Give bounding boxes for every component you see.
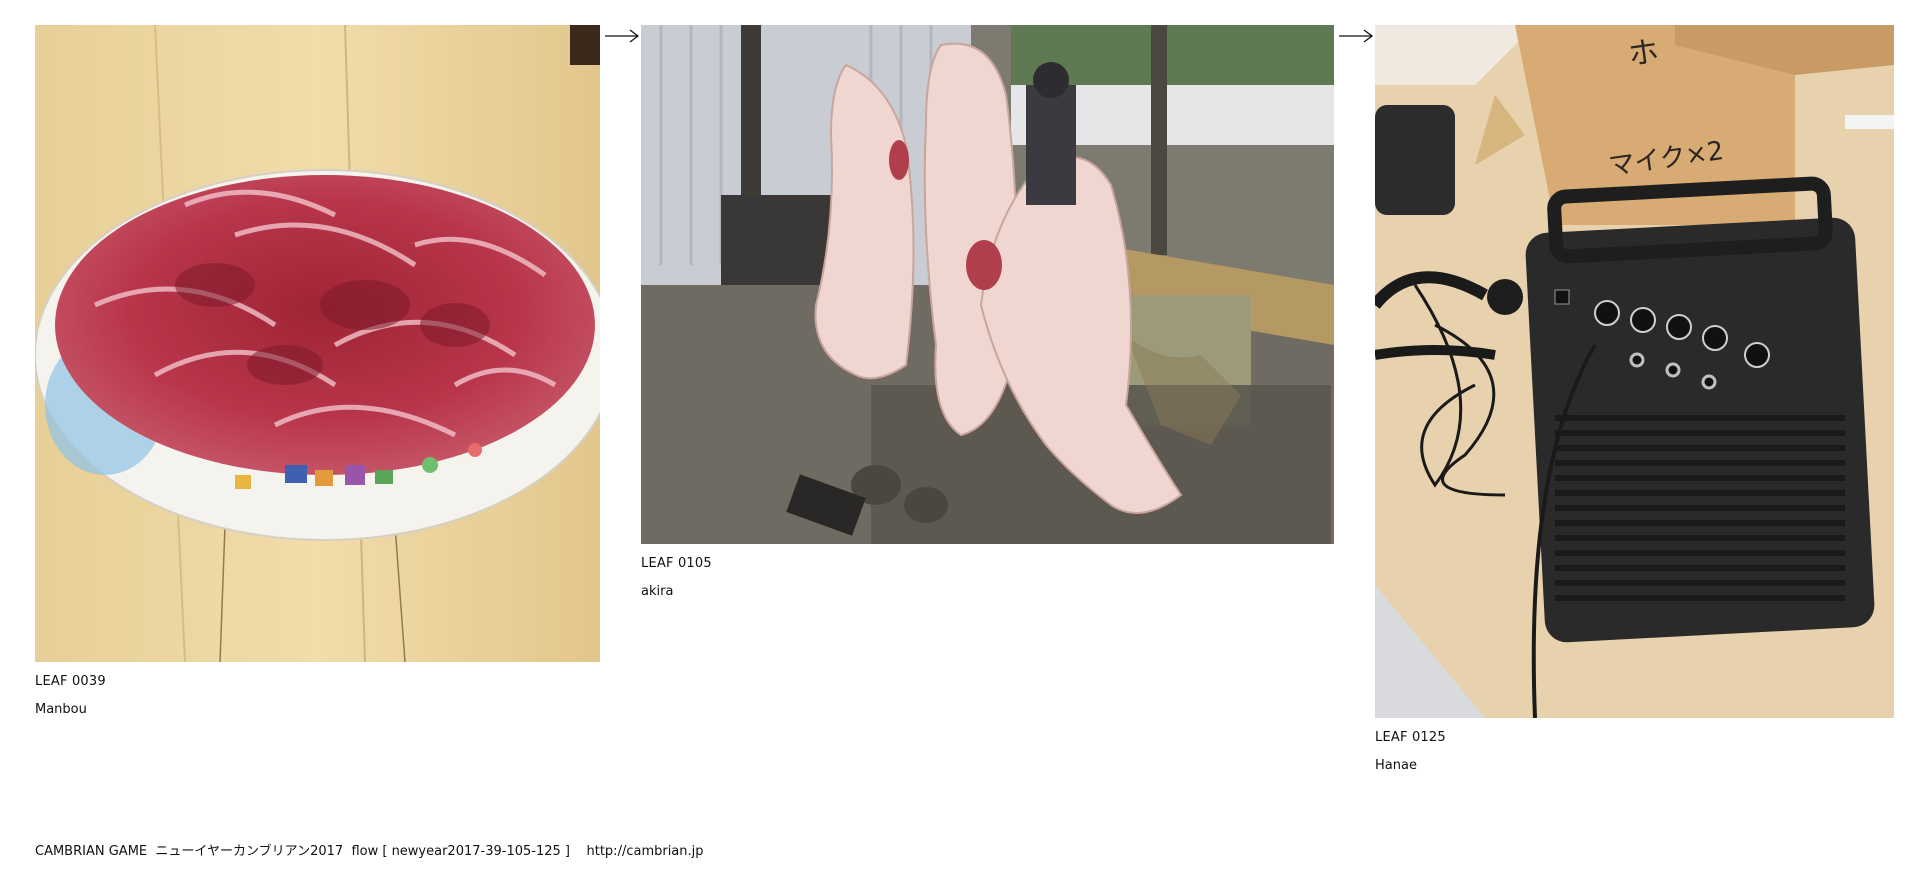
footer-flow-id: flow [ newyear2017-39-105-125 ] <box>351 844 570 859</box>
portable-speaker-with-microphones-photo: ホ マイク×2 <box>1375 25 1894 718</box>
leaf-id: LEAF 0125 <box>1375 730 1446 745</box>
leaf-author[interactable]: Hanae <box>1375 758 1894 774</box>
svg-text:ホ: ホ <box>1626 34 1661 73</box>
leaf-photo-0105[interactable] <box>641 25 1334 544</box>
leaf-card-0105: LEAF 0105 akira <box>641 25 1334 600</box>
footer: CAMBRIAN GAME ニューイヤーカンブリアン2017 flow [ ne… <box>35 840 704 859</box>
leaf-card-0125: ホ マイク×2 LEAF 0125 Hanae <box>1375 25 1894 774</box>
leaf-id: LEAF 0039 <box>35 674 106 689</box>
right-arrow-icon <box>1339 29 1374 43</box>
footer-site-link[interactable]: http://cambrian.jp <box>587 844 704 859</box>
leaf-author[interactable]: akira <box>641 584 1334 600</box>
leaf-id: LEAF 0105 <box>641 556 712 571</box>
leaf-photo-0125[interactable]: ホ マイク×2 <box>1375 25 1894 718</box>
right-arrow-icon <box>605 29 640 43</box>
leaf-photo-0039[interactable] <box>35 25 600 662</box>
leaf-card-0039: LEAF 0039 Manbou <box>35 25 600 718</box>
footer-game-title: CAMBRIAN GAME <box>35 844 148 859</box>
footer-event-title: ニューイヤーカンブリアン2017 <box>155 844 344 859</box>
plate-of-sliced-meat-photo <box>35 25 600 662</box>
leaf-author[interactable]: Manbou <box>35 702 600 718</box>
hanging-pig-carcasses-photo <box>641 25 1334 544</box>
